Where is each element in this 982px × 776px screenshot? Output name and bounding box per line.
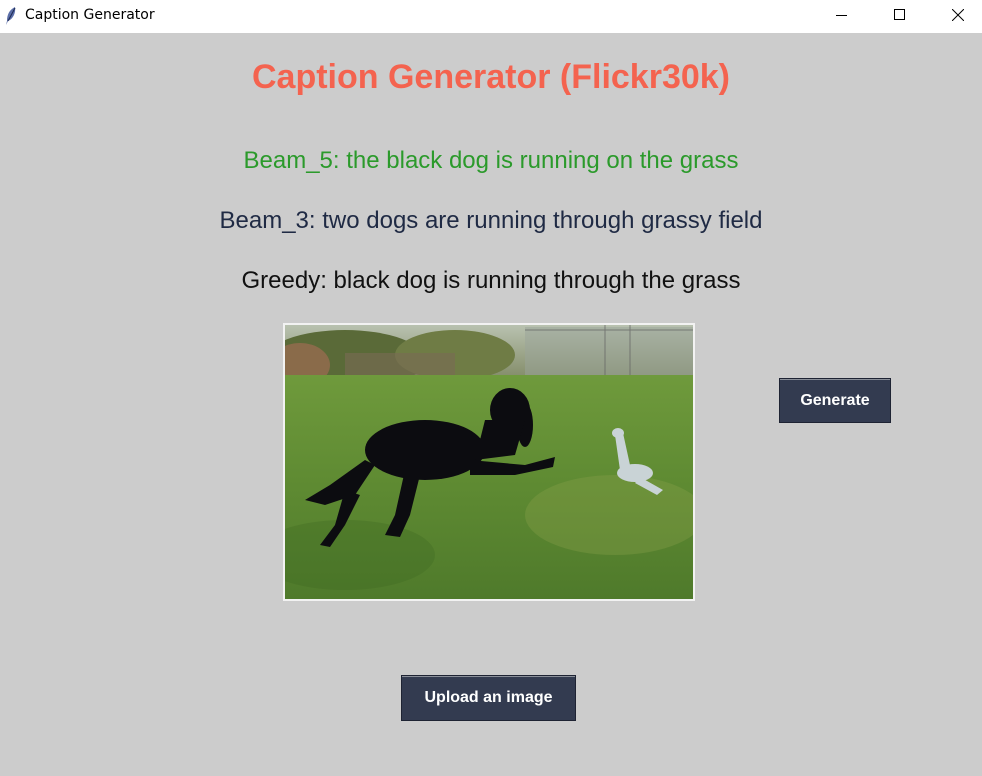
uploaded-image (283, 323, 695, 601)
caption-beam3: Beam_3: two dogs are running through gra… (219, 207, 763, 234)
generate-button[interactable]: Generate (779, 378, 891, 423)
maximize-button[interactable] (877, 0, 923, 30)
title-bar: Caption Generator (0, 0, 982, 33)
close-button[interactable] (935, 0, 981, 30)
caption-beam5: Beam_5: the black dog is running on the … (243, 147, 739, 174)
caption-greedy: Greedy: black dog is running through the… (241, 267, 741, 294)
maximize-icon (894, 9, 906, 21)
close-icon (952, 9, 964, 21)
minimize-icon (836, 9, 848, 21)
feather-icon (4, 6, 18, 26)
minimize-button[interactable] (819, 0, 865, 30)
app-heading: Caption Generator (Flickr30k) (251, 58, 730, 96)
upload-image-button[interactable]: Upload an image (401, 675, 576, 721)
window-title: Caption Generator (25, 7, 155, 23)
